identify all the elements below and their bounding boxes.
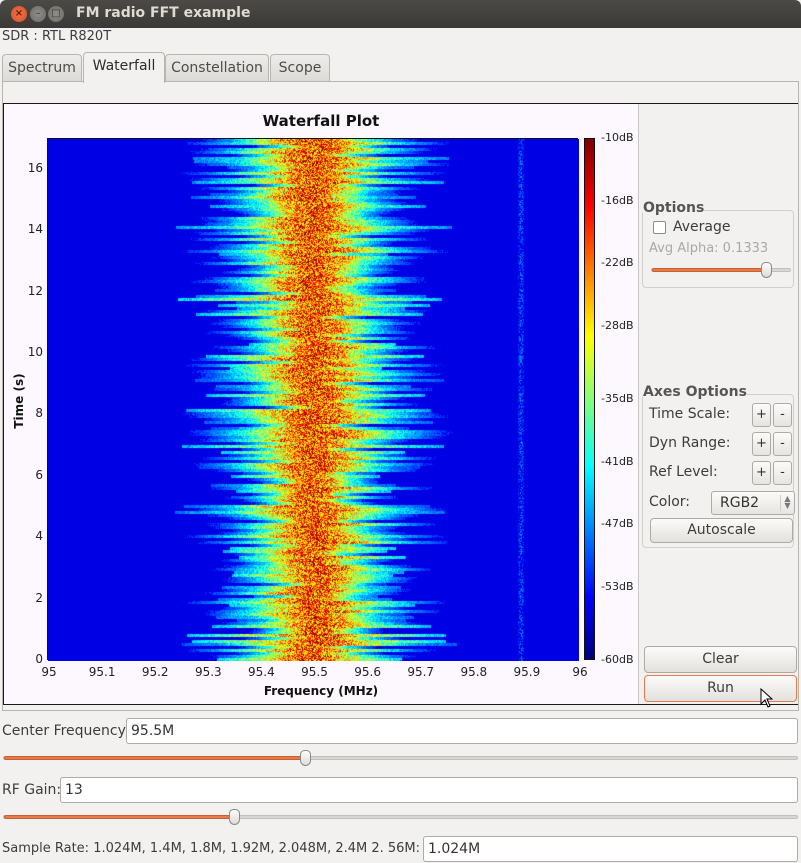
colorbar-tick-label: -16dB [601, 193, 634, 207]
y-axis-label: Time (s) [12, 373, 26, 429]
x-tick-label: 95.6 [354, 665, 381, 679]
colorbar-tick-label: -60dB [601, 653, 634, 666]
dyn-range-label: Dyn Range: [649, 435, 731, 451]
x-tick-label: 95.1 [88, 665, 116, 679]
tab-scope[interactable]: Scope [270, 54, 330, 82]
rf-gain-input[interactable]: 13 [60, 777, 798, 803]
ref-level-plus-button[interactable]: + [752, 461, 771, 485]
x-tick-label: 95.2 [141, 665, 169, 679]
colorbar-tick-label: -47dB [601, 517, 634, 531]
title-bar: × – □ FM radio FFT example [0, 0, 801, 28]
tab-spectrum[interactable]: Spectrum [2, 54, 82, 82]
y-tick-label: 2 [35, 590, 43, 605]
colorbar [584, 138, 595, 660]
y-tick-label: 14 [27, 222, 43, 237]
rf-gain-slider-handle[interactable] [228, 809, 240, 825]
mouse-cursor-icon [760, 688, 774, 708]
options-title: Options [643, 200, 705, 216]
center-frequency-label: Center Frequency: [2, 723, 130, 739]
y-tick-label: 4 [35, 529, 43, 544]
time-scale-label: Time Scale: [649, 406, 731, 422]
avg-alpha-slider-handle[interactable] [760, 262, 772, 278]
x-tick-label: 95.7 [407, 665, 435, 679]
tab-constellation[interactable]: Constellation [165, 54, 269, 82]
minimize-icon[interactable]: – [30, 6, 46, 22]
x-tick-label: 95 [41, 665, 57, 679]
time-scale-minus-button[interactable]: - [773, 403, 792, 427]
colorbar-tick-label: -35dB [601, 392, 634, 405]
average-label: Average [673, 219, 731, 235]
center-frequency-slider-fill [4, 756, 307, 760]
color-label: Color: [649, 494, 691, 510]
y-tick-label: 10 [27, 344, 43, 359]
color-select[interactable]: RGB2 ▲ ▼ [711, 491, 795, 515]
sample-rate-label: Sample Rate: 1.024M, 1.4M, 1.8M, 1.92M, … [2, 841, 421, 856]
waterfall-heatmap [48, 139, 579, 661]
x-tick-label: 95.5 [301, 665, 328, 679]
y-tick-label: 8 [35, 406, 43, 421]
run-button[interactable]: Run [644, 675, 797, 702]
rf-gain-slider[interactable] [3, 809, 798, 825]
ref-level-label: Ref Level: [649, 464, 718, 480]
center-frequency-slider[interactable] [3, 750, 798, 766]
close-icon[interactable]: × [11, 6, 27, 22]
maximize-icon[interactable]: □ [48, 6, 64, 22]
avg-alpha-slider[interactable] [651, 262, 791, 278]
x-tick-label: 96 [572, 665, 588, 679]
rf-gain-slider-fill [4, 815, 235, 819]
y-tick-label: 12 [27, 283, 43, 298]
spin-arrows-icon: ▲ ▼ [780, 495, 794, 511]
rf-gain-label: RF Gain: [2, 782, 62, 798]
average-checkbox[interactable] [653, 221, 666, 234]
sample-rate-input[interactable]: 1.024M [423, 836, 798, 862]
colorbar-tick-label: -41dB [601, 454, 634, 468]
x-tick-label: 95.3 [194, 665, 222, 679]
x-axis-label: Frequency (MHz) [263, 684, 379, 698]
device-label: SDR : RTL R820T [2, 29, 112, 44]
y-tick-label: 6 [35, 467, 43, 482]
avg-alpha-label: Avg Alpha: 0.1333 [649, 241, 769, 256]
colorbar-tick-label: -53dB [601, 579, 634, 593]
tab-waterfall[interactable]: Waterfall [83, 52, 165, 83]
axes-options-title: Axes Options [643, 384, 747, 400]
color-select-value: RGB2 [720, 495, 760, 511]
time-scale-plus-button[interactable]: + [752, 403, 771, 427]
ref-level-minus-button[interactable]: - [773, 461, 792, 485]
colorbar-tick-label: -28dB [601, 318, 634, 332]
window-title: FM radio FFT example [76, 5, 251, 21]
colorbar-tick-label: -22dB [601, 256, 634, 270]
colorbar-tick-label: -10dB [601, 131, 634, 144]
dyn-range-minus-button[interactable]: - [773, 432, 792, 456]
center-frequency-input[interactable]: 95.5M [126, 718, 798, 744]
y-tick-label: 16 [27, 160, 43, 175]
y-tick-label: 0 [35, 652, 43, 666]
x-tick-label: 95.8 [460, 665, 488, 679]
waterfall-plot-area[interactable] [47, 138, 579, 661]
center-frequency-slider-handle[interactable] [300, 750, 312, 766]
side-panel: Options Average Avg Alpha: 0.1333 Axes O… [638, 104, 798, 704]
waterfall-panel: Waterfall Plot Time (s) 0 2 4 6 8 10 12 14 16 95… [3, 103, 798, 705]
clear-button[interactable]: Clear [644, 646, 797, 673]
avg-alpha-slider-fill [652, 268, 767, 272]
plot-title: Waterfall Plot [262, 112, 380, 130]
autoscale-button[interactable]: Autoscale [650, 518, 793, 543]
x-tick-label: 95.4 [248, 665, 275, 679]
dyn-range-plus-button[interactable]: + [752, 432, 771, 456]
x-tick-label: 95.9 [513, 665, 541, 679]
